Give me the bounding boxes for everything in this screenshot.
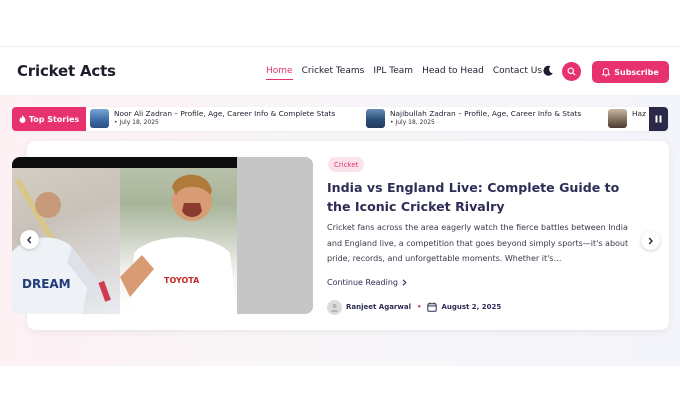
continue-reading-label: Continue Reading [327,278,398,287]
jersey-text-dream: DREAM [22,277,71,291]
ticker-item[interactable]: Najibullah Zadran – Profile, Age, Career… [366,109,581,129]
featured-image[interactable]: DREAM TOYOTA [12,157,313,314]
top-stories-label: Top Stories [12,107,86,131]
ticker-date: • July 18, 2025 [114,119,159,126]
nav-item-contact-us[interactable]: Contact Us [493,66,542,76]
flame-icon [19,115,26,123]
author-name[interactable]: Ranjeet Agarwal [346,303,411,311]
slider-next-button[interactable] [641,231,660,250]
bell-icon [602,67,611,77]
nav-item-cricket-teams[interactable]: Cricket Teams [302,66,365,76]
ticker-date: • July 18, 2025 [390,119,435,126]
main-nav: Home Cricket Teams IPL Team Head to Head… [266,66,551,80]
top-whitespace [0,0,680,46]
ticker-item[interactable]: Noor Ali Zadran – Profile, Age, Career I… [90,109,335,129]
calendar-icon [427,302,438,312]
post-meta: Ranjeet Agarwal • August 2, 2025 [327,299,501,315]
chevron-right-icon [402,279,407,286]
top-stories-text: Top Stories [28,114,80,124]
subscribe-button[interactable]: Subscribe [592,61,669,83]
ticker-title: Najibullah Zadran – Profile, Age, Career… [390,109,582,118]
ticker-thumbnail [366,109,385,128]
featured-headline[interactable]: India vs England Live: Complete Guide to… [327,178,647,216]
ticker-date-text: July 18, 2025 [119,119,159,126]
ticker-date-text: July 18, 2025 [395,119,435,126]
subscribe-label: Subscribe [614,67,659,77]
ticker-item[interactable]: Haz [608,109,646,129]
moon-icon[interactable] [541,64,555,78]
top-stories-ticker: Top Stories Noor Ali Zadran – Profile, A… [12,107,668,131]
chevron-right-icon [648,237,653,244]
jersey-text-toyota: TOYOTA [164,276,200,285]
featured-excerpt: Cricket fans across the area eagerly wat… [327,223,629,263]
slider-prev-button[interactable] [20,230,39,249]
image-placeholder-area [237,157,313,314]
ticker-title: Noor Ali Zadran – Profile, Age, Career I… [114,109,336,118]
photo-top-strip [12,157,237,168]
continue-reading-link[interactable]: Continue Reading [327,278,407,287]
post-date: August 2, 2025 [441,303,502,311]
site-header: Cricket Acts Home Cricket Teams IPL Team… [0,46,680,96]
nav-item-head-to-head[interactable]: Head to Head [422,66,484,76]
player-photo-right: TOYOTA [120,157,237,314]
nav-item-ipl-team[interactable]: IPL Team [373,66,413,76]
author-avatar [327,299,342,315]
pause-icon [655,115,662,123]
user-icon [330,303,339,312]
chevron-left-icon [27,236,32,243]
category-badge[interactable]: Cricket [328,157,365,172]
ticker-thumbnail [608,109,627,128]
ticker-thumbnail [90,109,109,128]
ticker-title: Haz [632,109,646,118]
ticker-pause-button[interactable] [649,107,668,131]
site-logo[interactable]: Cricket Acts [17,62,116,80]
search-icon [567,67,576,76]
nav-item-home[interactable]: Home [266,66,293,80]
search-button[interactable] [562,62,581,81]
meta-separator: • [416,303,422,311]
